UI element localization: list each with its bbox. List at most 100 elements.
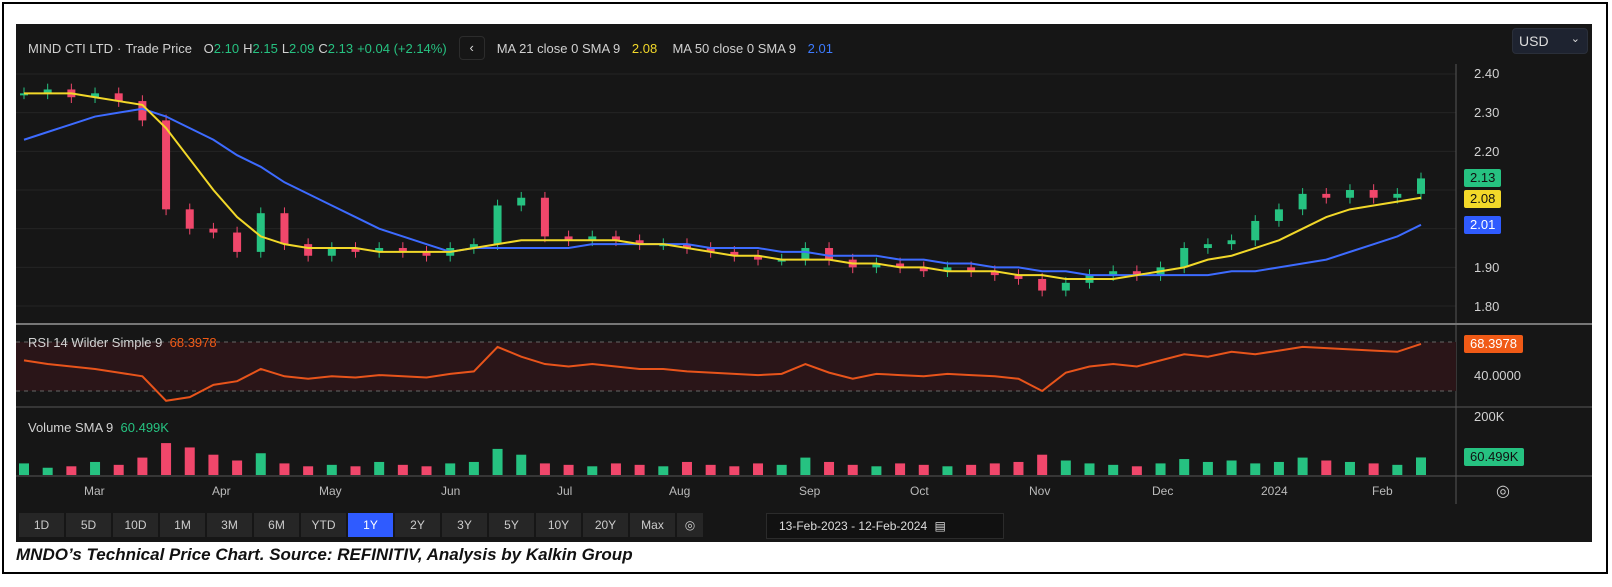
volume-bar [19, 463, 29, 475]
range-settings-icon[interactable]: ◎ [677, 513, 703, 537]
candle-body [1393, 193, 1402, 198]
change-value: +0.04 (+2.14%) [357, 40, 447, 56]
volume-bar [1037, 454, 1048, 475]
volume-bar [397, 464, 408, 475]
candle-body [256, 213, 265, 252]
chart-panel: MIND CTI LTD · Trade Price O2.10 H2.15 L… [16, 24, 1592, 542]
month-label: Feb [1372, 484, 1393, 498]
volume-bar [1226, 460, 1237, 475]
range-button-ytd[interactable]: YTD [301, 513, 346, 537]
volume-bar [847, 464, 858, 475]
volume-bar [1250, 463, 1261, 475]
chart-frame: MIND CTI LTD · Trade Price O2.10 H2.15 L… [2, 2, 1608, 574]
symbol-name: MIND CTI LTD [28, 40, 113, 56]
caption: MNDO’s Technical Price Chart. Source: RE… [16, 545, 633, 564]
candle-body [1369, 190, 1378, 198]
high-value: 2.15 [252, 40, 278, 56]
volume-bar [1084, 463, 1095, 475]
rsi-label: RSI 14 Wilder Simple 9 [28, 335, 163, 350]
candle-body [1203, 244, 1212, 249]
volume-bar [1297, 457, 1308, 475]
open-label: O [203, 40, 214, 56]
volume-bar [445, 463, 456, 475]
volume-bar [421, 466, 432, 475]
volume-bar [871, 466, 882, 475]
volume-bar [184, 447, 195, 475]
volume-bar [1321, 460, 1332, 475]
range-button-max[interactable]: Max [630, 513, 675, 537]
range-button-1d[interactable]: 1D [19, 513, 64, 537]
ma50-tag: 2.01 [1464, 216, 1502, 234]
volume-bar [516, 454, 527, 475]
currency-select[interactable]: USD ⌄ [1512, 28, 1588, 54]
ma21-label: MA 21 close 0 SMA 9 [496, 40, 621, 56]
range-button-5d[interactable]: 5D [66, 513, 111, 537]
candle-body [1038, 278, 1047, 291]
candle-body [540, 197, 549, 237]
range-button-1m[interactable]: 1M [160, 513, 205, 537]
candle-body [1251, 220, 1260, 241]
volume-bar [1273, 461, 1284, 475]
candle-body [825, 248, 834, 260]
range-button-10d[interactable]: 10D [113, 513, 158, 537]
chart-canvas[interactable] [16, 24, 1592, 542]
volume-bar [1179, 459, 1190, 475]
settings-icon[interactable]: ◎ [1496, 481, 1510, 501]
volume-bar [1344, 461, 1355, 475]
candle-body [1417, 178, 1425, 194]
volume-tick: 200K [1474, 409, 1505, 424]
volume-bar [729, 466, 740, 475]
candle-body [517, 197, 526, 206]
volume-bar [232, 460, 243, 475]
candle-body [209, 228, 218, 233]
candle-body [1274, 209, 1283, 221]
chevron-left-icon: ‹ [469, 40, 474, 55]
candle-body [1061, 282, 1070, 291]
ma50-value: 2.01 [807, 40, 833, 56]
volume-bar [1013, 461, 1024, 475]
collapse-legend-button[interactable]: ‹ [458, 36, 485, 60]
range-buttons: 1D 5D 10D 1M 3M 6M YTD 1Y 2Y 3Y 5Y 10Y 20Y Max ◎ [19, 513, 703, 537]
volume-bar [610, 463, 621, 475]
volume-bar [989, 463, 1000, 475]
candle-body [1180, 248, 1189, 268]
volume-bar [279, 463, 290, 475]
range-button-1y[interactable]: 1Y [348, 513, 393, 537]
volume-bar [468, 461, 479, 475]
date-from[interactable]: 13-Feb-2023 [779, 519, 848, 533]
high-label: H [243, 40, 253, 56]
range-button-3m[interactable]: 3M [207, 513, 252, 537]
volume-bar [895, 463, 906, 475]
price-tick: 2.30 [1474, 105, 1500, 120]
date-to[interactable]: 12-Feb-2024 [858, 519, 927, 533]
month-label: Apr [212, 484, 231, 498]
range-button-6m[interactable]: 6M [254, 513, 299, 537]
volume-bar [350, 466, 361, 475]
rsi-tag: 68.3978 [1464, 335, 1523, 353]
range-button-20y[interactable]: 20Y [583, 513, 628, 537]
volume-bar [42, 467, 53, 475]
volume-bar [1108, 464, 1119, 475]
ma21-value: 2.08 [631, 40, 658, 56]
currency-value: USD [1519, 33, 1549, 49]
candle-body [280, 213, 289, 245]
volume-bar [1368, 463, 1379, 475]
price-legend: MIND CTI LTD · Trade Price O2.10 H2.15 L… [28, 36, 833, 60]
candle-body [327, 248, 336, 256]
volume-bar [563, 464, 574, 475]
candle-body [304, 244, 313, 256]
volume-bar [66, 466, 77, 475]
range-button-3y[interactable]: 3Y [442, 513, 487, 537]
date-range-picker[interactable]: 13-Feb-2023 - 12-Feb-2024 ▤ [766, 513, 1004, 539]
rsi-tick: 40.0000 [1474, 368, 1521, 383]
month-label: Jul [557, 484, 573, 498]
range-button-5y[interactable]: 5Y [489, 513, 534, 537]
calendar-icon[interactable]: ▤ [934, 519, 945, 533]
month-label: Oct [910, 484, 929, 498]
range-button-2y[interactable]: 2Y [395, 513, 440, 537]
candle-body [1298, 193, 1307, 210]
range-button-10y[interactable]: 10Y [536, 513, 581, 537]
month-label: 2024 [1261, 484, 1288, 498]
close-price-tag: 2.13 [1464, 169, 1502, 187]
volume-bar [658, 466, 669, 475]
